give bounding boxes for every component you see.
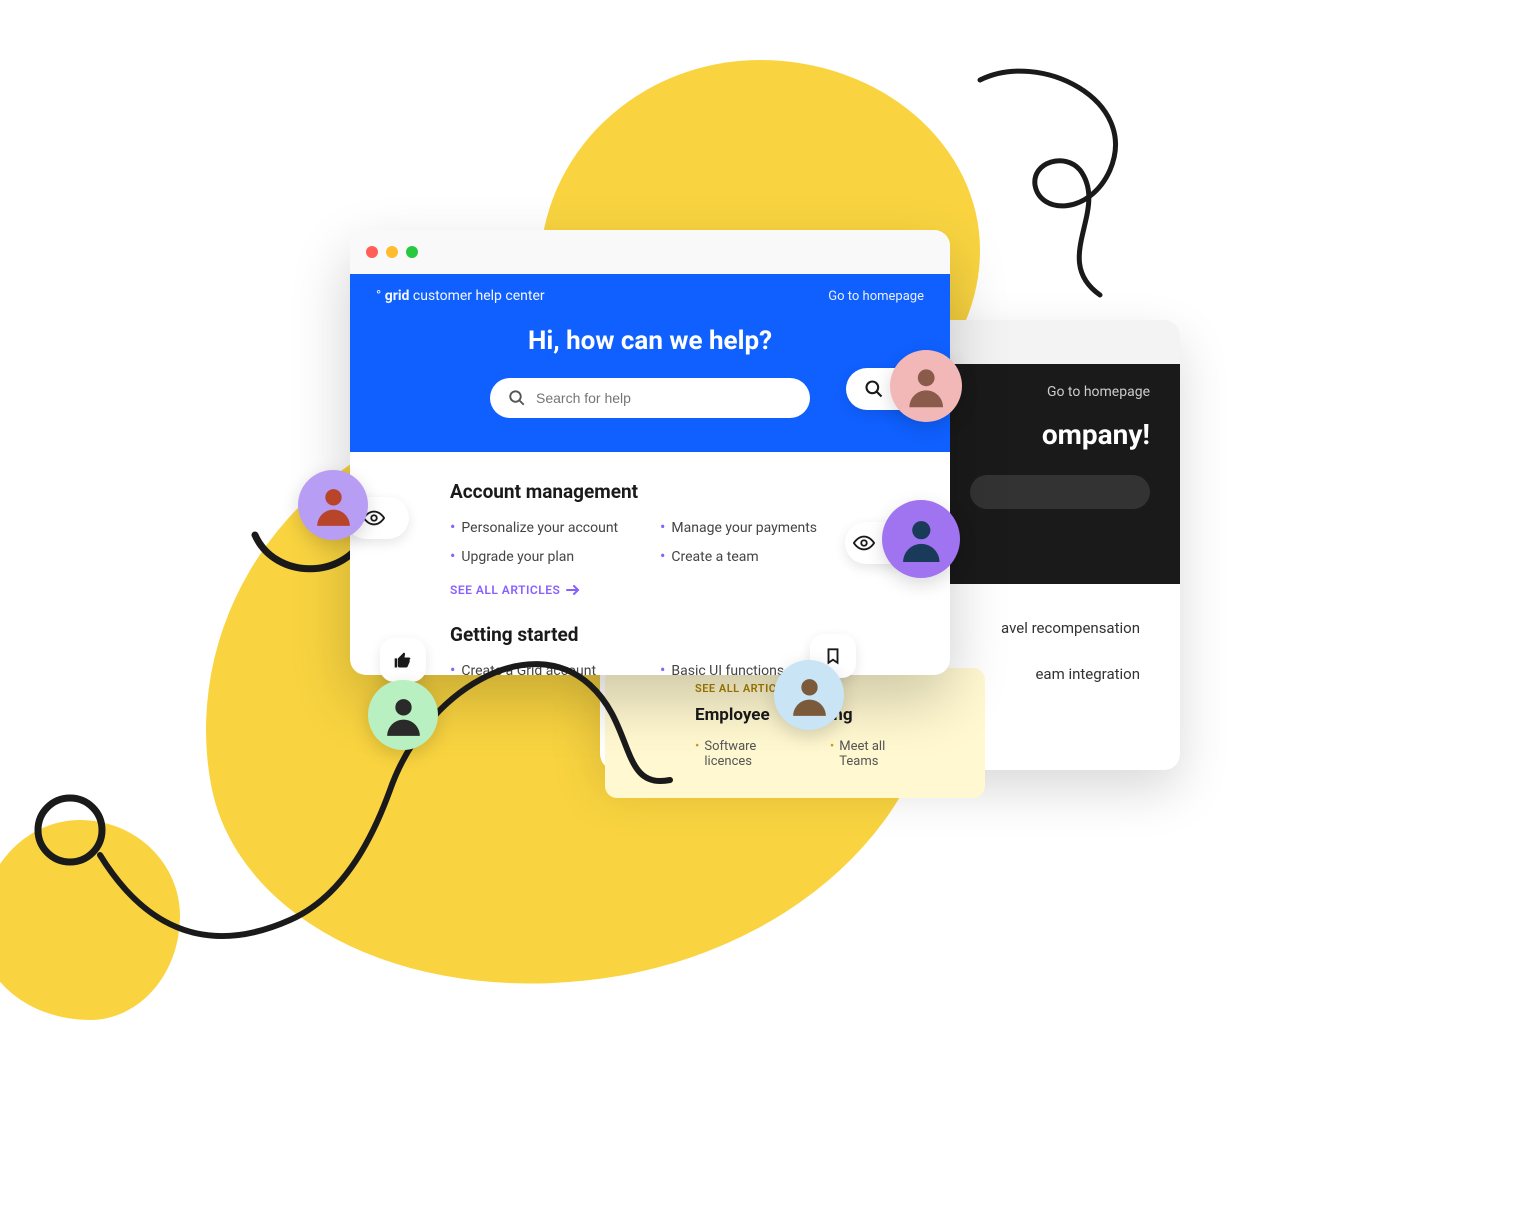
main-heading: Hi, how can we help? xyxy=(376,326,924,356)
bullet-icon: • xyxy=(450,519,455,535)
bullet-icon: • xyxy=(830,739,834,769)
bullet-icon: • xyxy=(450,548,455,564)
eye-icon xyxy=(853,532,875,554)
section-title: Getting started xyxy=(450,623,850,646)
avatar xyxy=(882,500,960,578)
search-icon xyxy=(508,389,526,407)
maximize-dot-icon[interactable] xyxy=(406,246,418,258)
bullet-icon: • xyxy=(660,519,665,535)
bookmark-icon xyxy=(824,646,842,666)
article-item[interactable]: •Personalize your account xyxy=(450,519,640,536)
avatar xyxy=(368,680,438,750)
article-item[interactable]: •Create a team xyxy=(660,548,850,565)
search-input[interactable] xyxy=(536,390,792,406)
secondary-article-item[interactable]: avel recompensation xyxy=(1001,619,1140,637)
avatar xyxy=(298,470,368,540)
article-item[interactable]: •Upgrade your plan xyxy=(450,548,640,565)
homepage-link[interactable]: Go to homepage xyxy=(828,289,924,304)
secondary-search-placeholder[interactable] xyxy=(970,475,1150,509)
primary-window: ° grid customer help center Go to homepa… xyxy=(350,230,950,675)
minimize-dot-icon[interactable] xyxy=(386,246,398,258)
avatar xyxy=(890,350,962,422)
search-bar[interactable] xyxy=(490,378,810,418)
avatar xyxy=(774,660,844,730)
tertiary-article-item[interactable]: • Meet all Teams xyxy=(830,739,895,769)
primary-content: Account management •Personalize your acc… xyxy=(350,452,950,675)
thumbs-up-pill[interactable] xyxy=(380,638,426,682)
article-item[interactable]: •Manage your payments xyxy=(660,519,850,536)
primary-header: ° grid customer help center Go to homepa… xyxy=(350,274,950,452)
see-all-link[interactable]: SEE ALL ARTICLES xyxy=(450,583,580,597)
thumbs-up-icon xyxy=(393,650,413,670)
section-title: Account management xyxy=(450,480,850,503)
secondary-article-item[interactable]: eam integration xyxy=(1035,665,1140,683)
logo[interactable]: ° grid customer help center xyxy=(376,288,545,304)
arrow-right-icon xyxy=(566,585,580,595)
close-dot-icon[interactable] xyxy=(366,246,378,258)
search-icon xyxy=(864,379,884,399)
squiggle-line-top xyxy=(960,60,1220,320)
bullet-icon: • xyxy=(660,548,665,564)
window-tabbar xyxy=(350,230,950,274)
